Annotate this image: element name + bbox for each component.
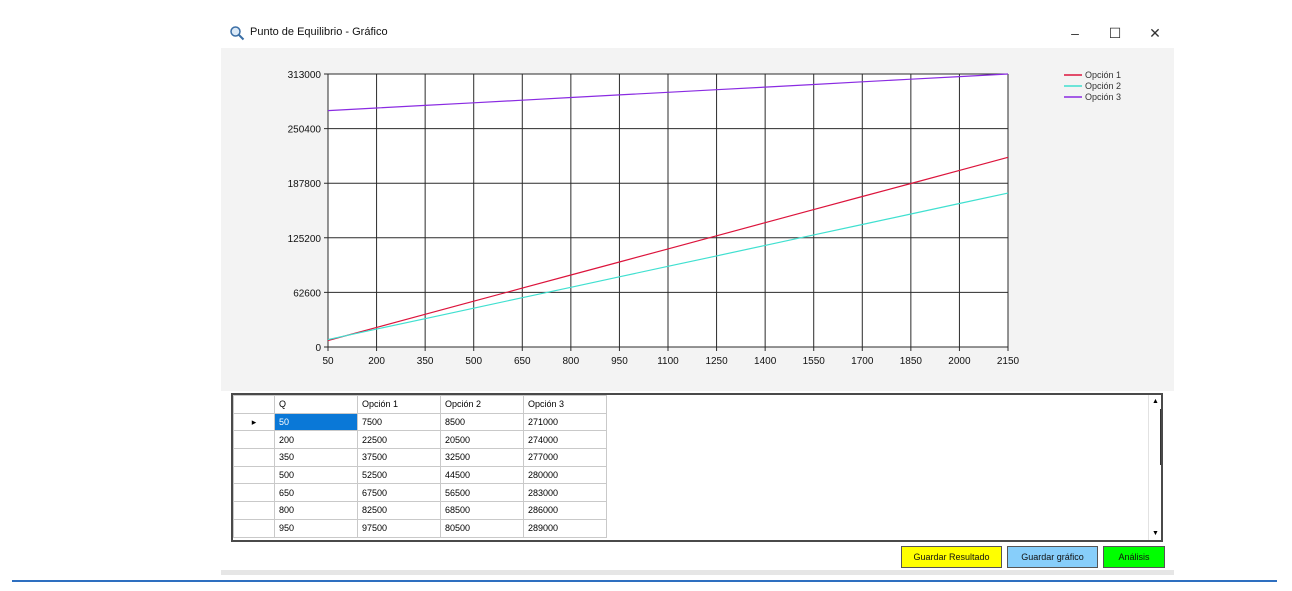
row-header[interactable] [233,483,275,503]
save-result-button[interactable]: Guardar Resultado [901,546,1002,568]
maximize-button[interactable]: ☐ [1095,18,1135,48]
table-cell[interactable]: 68500 [440,501,524,520]
table-cell[interactable]: 200 [274,430,358,450]
table-row[interactable]: 800 82500 68500 286000 [233,501,607,520]
y-tick-label: 0 [315,343,321,354]
y-tick-label: 313000 [288,70,322,81]
x-tick-label: 2000 [948,356,971,367]
x-tick-label: 350 [417,356,434,367]
table-cell[interactable]: 80500 [440,518,524,538]
x-tick-label: 800 [563,356,580,367]
table-cell[interactable]: 50 [274,412,358,432]
scroll-up-arrow-icon[interactable]: ▲ [1149,395,1161,408]
row-header[interactable] [233,448,275,467]
legend-label-opcion-2: Opción 2 [1085,81,1121,91]
table-row[interactable]: 950 97500 80500 289000 [233,518,607,538]
column-header-opcion-2[interactable]: Opción 2 [440,395,524,414]
table-cell[interactable]: 350 [274,448,358,467]
x-tick-label: 1550 [803,356,826,367]
close-button[interactable]: ✕ [1135,18,1175,48]
x-tick-label: 1400 [754,356,777,367]
table-cell[interactable]: 271000 [523,412,607,432]
column-header-opcion-3[interactable]: Opción 3 [523,395,607,414]
x-tick-label: 1100 [657,356,679,367]
y-tick-label: 187800 [288,179,322,190]
row-header[interactable] [233,465,275,485]
scroll-down-arrow-icon[interactable]: ▼ [1149,527,1161,540]
results-table[interactable]: Q Opción 1 Opción 2 Opción 3 ▸ 50 7500 8500… [233,395,607,538]
save-chart-button[interactable]: Guardar gráfico [1007,546,1098,568]
chart-panel: 50 200 350 500 650 800 950 1100 1250 1400 1550 1700… [221,48,1174,391]
table-cell[interactable]: 44500 [440,465,524,485]
table-row[interactable]: 500 52500 44500 280000 [233,465,607,485]
column-header-q[interactable]: Q [274,395,358,414]
divider-line [12,580,1277,582]
table-cell[interactable]: 280000 [523,465,607,485]
table-cell[interactable]: 800 [274,501,358,520]
table-cell[interactable]: 20500 [440,430,524,450]
y-tick-label: 62600 [293,288,321,299]
table-row[interactable]: 650 67500 56500 283000 [233,483,607,503]
chart-window: Punto de Equilibrio - Gráfico – ☐ ✕ 50 20… [221,18,1174,575]
table-row[interactable]: 350 37500 32500 277000 [233,448,607,467]
table-cell[interactable]: 274000 [523,430,607,450]
x-tick-label: 50 [322,356,334,367]
status-strip [221,570,1174,575]
table-cell[interactable]: 650 [274,483,358,503]
x-tick-label: 650 [514,356,531,367]
table-cell[interactable]: 37500 [357,448,441,467]
legend-label-opcion-3: Opción 3 [1085,92,1121,102]
table-cell[interactable]: 82500 [357,501,441,520]
title-bar[interactable]: Punto de Equilibrio - Gráfico – ☐ ✕ [221,18,1174,48]
x-tick-label: 1700 [851,356,874,367]
results-grid[interactable]: Q Opción 1 Opción 2 Opción 3 ▸ 50 7500 8500… [231,393,1163,542]
scroll-thumb[interactable] [1149,409,1161,465]
x-tick-label: 200 [368,356,385,367]
table-cell[interactable]: 8500 [440,412,524,432]
x-tick-label: 2150 [997,356,1020,367]
table-cell[interactable]: 286000 [523,501,607,520]
y-tick-label: 250400 [288,125,322,136]
table-cell[interactable]: 67500 [357,483,441,503]
x-tick-label: 1250 [705,356,728,367]
row-header[interactable] [233,518,275,538]
x-tick-label: 500 [465,356,482,367]
table-cell[interactable]: 7500 [357,412,441,432]
table-row[interactable]: 200 22500 20500 274000 [233,430,607,450]
table-cell[interactable]: 52500 [357,465,441,485]
vertical-scrollbar[interactable]: ▲ ▼ [1148,395,1161,540]
window-title: Punto de Equilibrio - Gráfico [250,26,388,38]
table-header-row: Q Opción 1 Opción 2 Opción 3 [233,395,607,414]
y-tick-label: 125200 [288,234,322,245]
row-header-corner [233,395,275,414]
table-cell[interactable]: 950 [274,518,358,538]
table-cell[interactable]: 277000 [523,448,607,467]
table-cell[interactable]: 289000 [523,518,607,538]
legend-label-opcion-1: Opción 1 [1085,70,1121,80]
table-cell[interactable]: 283000 [523,483,607,503]
x-tick-label: 1850 [900,356,923,367]
analysis-button[interactable]: Análisis [1103,546,1165,568]
table-cell[interactable]: 56500 [440,483,524,503]
row-header[interactable] [233,430,275,450]
x-tick-label: 950 [611,356,628,367]
column-header-opcion-1[interactable]: Opción 1 [357,395,441,414]
row-header[interactable]: ▸ [233,412,275,432]
table-cell[interactable]: 22500 [357,430,441,450]
break-even-chart: 50 200 350 500 650 800 950 1100 1250 1400 1550 1700… [288,70,1121,367]
minimize-button[interactable]: – [1055,18,1095,48]
magnifier-icon [229,25,245,41]
table-cell[interactable]: 500 [274,465,358,485]
table-cell[interactable]: 97500 [357,518,441,538]
table-row[interactable]: ▸ 50 7500 8500 271000 [233,412,607,432]
row-header[interactable] [233,501,275,520]
table-cell[interactable]: 32500 [440,448,524,467]
